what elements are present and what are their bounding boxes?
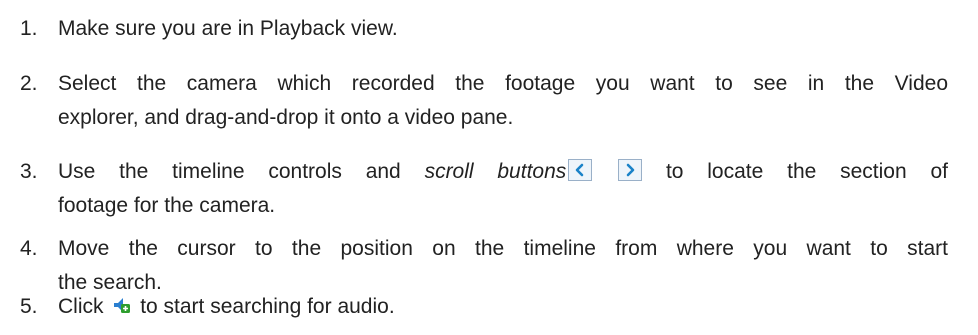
audio-search-icon[interactable] [112, 295, 132, 315]
step-text-line: footage for the camera. [58, 194, 276, 217]
instruction-steps: 1. Make sure you are in Playback view. 2… [0, 0, 978, 335]
scroll-left-button[interactable] [568, 159, 593, 181]
step-text: Make sure you are in Playback view. [58, 17, 398, 40]
step-text: to locate the section of [665, 160, 948, 183]
step-text: Use the timeline controls and [58, 160, 401, 183]
chevron-left-icon [575, 163, 584, 177]
step-text: Click [58, 295, 104, 318]
chevron-right-icon [626, 163, 635, 177]
scroll-buttons-term: scroll buttons [424, 160, 567, 183]
step-number: 2. [20, 72, 38, 95]
step-number: 5. [20, 295, 38, 318]
step-text-line: Click to start searching for audio. [58, 290, 948, 324]
step-text-line: Select the camera which recorded the foo… [58, 72, 948, 95]
step-text: to start searching for audio. [140, 295, 395, 318]
step-number: 3. [20, 160, 38, 183]
step-number: 4. [20, 237, 38, 260]
step-number: 1. [20, 17, 38, 40]
step-text-line: Use the timeline controls and scroll but… [58, 155, 948, 189]
scroll-right-button[interactable] [618, 159, 643, 181]
step-text-line: explorer, and drag-and-drop it onto a vi… [58, 106, 514, 129]
step-text-line: Move the cursor to the position on the t… [58, 237, 948, 260]
